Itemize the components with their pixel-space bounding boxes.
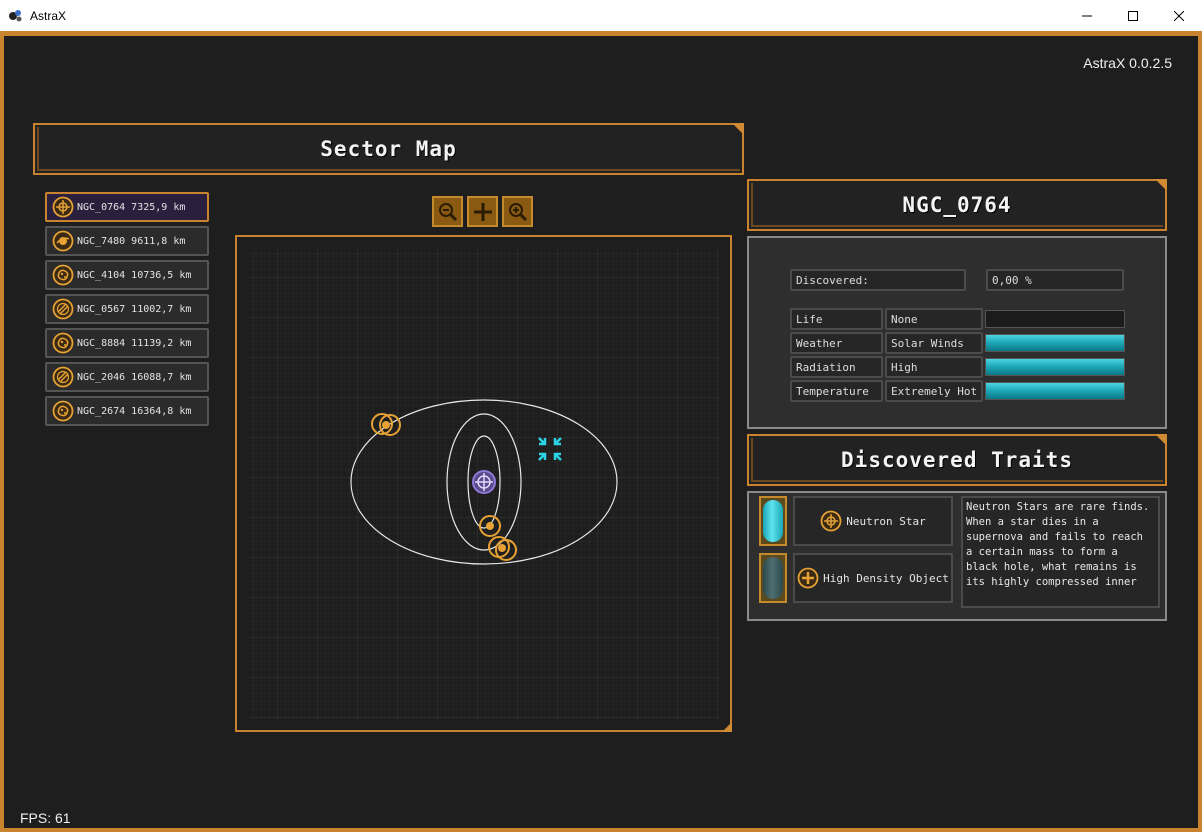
target-label: NGC_0567 11002,7 km: [77, 303, 192, 315]
close-button[interactable]: [1156, 0, 1202, 31]
target-label: NGC_4104 10736,5 km: [77, 269, 192, 281]
target-label: NGC_7480 9611,8 km: [77, 235, 186, 247]
object-info-panel: Discovered: 0,00 % Life None Weather Solar …: [747, 236, 1167, 429]
target-list: NGC_0764 7325,9 km NGC_7480 9611,8 km NGC_…: [45, 192, 209, 430]
stat-label: Weather: [790, 332, 883, 354]
trait-description: Neutron Stars are rare finds. When a sta…: [961, 496, 1160, 608]
traits-title: Discovered Traits: [841, 448, 1073, 472]
sector-map-header: Sector Map: [33, 123, 744, 175]
target-list-item[interactable]: NGC_2674 16364,8 km: [45, 396, 209, 426]
object-header: NGC_0764: [747, 179, 1167, 231]
zoom-controls: [432, 196, 533, 227]
trait-item[interactable]: High Density Object: [793, 553, 953, 603]
sector-map-canvas[interactable]: [237, 237, 730, 730]
trait-label: Neutron Star: [846, 514, 926, 528]
object-name: NGC_0764: [902, 193, 1012, 217]
plus-icon: [797, 567, 819, 589]
target-list-item[interactable]: NGC_7480 9611,8 km: [45, 226, 209, 256]
gas-giant-icon: [52, 298, 74, 320]
minimize-button[interactable]: [1064, 0, 1110, 31]
maximize-button[interactable]: [1110, 0, 1156, 31]
traits-header: Discovered Traits: [747, 434, 1167, 486]
sector-map-title: Sector Map: [320, 137, 457, 161]
stat-value: Solar Winds: [885, 332, 983, 354]
stat-value: Extremely Hot: [885, 380, 983, 402]
window-title: AstraX: [30, 9, 67, 23]
zoom-out-button[interactable]: [432, 196, 463, 227]
stat-bar-fill: [986, 335, 1124, 351]
stat-bar: [985, 334, 1125, 352]
target-label: NGC_2046 16088,7 km: [77, 371, 192, 383]
target-label: NGC_0764 7325,9 km: [77, 201, 186, 213]
stat-value: None: [885, 308, 983, 330]
trait-toggle[interactable]: [759, 553, 787, 603]
zoom-in-button[interactable]: [502, 196, 533, 227]
fps-counter: FPS: 61: [20, 810, 71, 826]
center-icon: [473, 202, 492, 221]
stat-bar-fill: [986, 359, 1124, 375]
stat-label: Temperature: [790, 380, 883, 402]
discovered-label: Discovered:: [790, 269, 966, 291]
stat-value: High: [885, 356, 983, 378]
minimize-icon: [1082, 15, 1092, 16]
stat-label: Radiation: [790, 356, 883, 378]
zoom-out-icon: [438, 202, 457, 221]
target-list-item[interactable]: NGC_0764 7325,9 km: [45, 192, 209, 222]
traits-panel: Neutron Star High Density Object Neutron …: [747, 491, 1167, 621]
trait-toggle[interactable]: [759, 496, 787, 546]
stat-bar: [985, 382, 1125, 400]
neutron-star-icon: [52, 196, 74, 218]
trait-toggle-indicator: [763, 557, 783, 599]
trait-label: High Density Object: [823, 571, 949, 585]
close-icon: [1174, 10, 1184, 21]
game-area: AstraX 0.0.2.5 Sector Map NGC_0764 7325,…: [0, 31, 1202, 832]
sector-map-viewport[interactable]: [235, 235, 732, 732]
discovered-value: 0,00 %: [986, 269, 1124, 291]
target-list-item[interactable]: NGC_4104 10736,5 km: [45, 260, 209, 290]
app-icon: [9, 10, 22, 22]
gas-giant-icon: [52, 366, 74, 388]
planet-icon: [52, 230, 74, 252]
window-titlebar: AstraX: [0, 0, 1202, 31]
central-star-marker[interactable]: [472, 470, 496, 494]
center-view-button[interactable]: [467, 196, 498, 227]
target-label: NGC_8884 11139,2 km: [77, 337, 192, 349]
target-list-item[interactable]: NGC_8884 11139,2 km: [45, 328, 209, 358]
stat-bar: [985, 358, 1125, 376]
neutron-star-icon: [820, 510, 842, 532]
asteroid-icon: [52, 264, 74, 286]
stat-label: Life: [790, 308, 883, 330]
asteroid-icon: [52, 400, 74, 422]
asteroid-icon: [52, 332, 74, 354]
target-label: NGC_2674 16364,8 km: [77, 405, 192, 417]
trait-toggle-indicator: [763, 500, 783, 542]
maximize-icon: [1128, 10, 1138, 21]
trait-item[interactable]: Neutron Star: [793, 496, 953, 546]
version-label: AstraX 0.0.2.5: [1083, 55, 1172, 71]
target-list-item[interactable]: NGC_0567 11002,7 km: [45, 294, 209, 324]
target-list-item[interactable]: NGC_2046 16088,7 km: [45, 362, 209, 392]
zoom-in-icon: [508, 202, 527, 221]
stat-bar-fill: [986, 383, 1124, 399]
stat-bar: [985, 310, 1125, 328]
